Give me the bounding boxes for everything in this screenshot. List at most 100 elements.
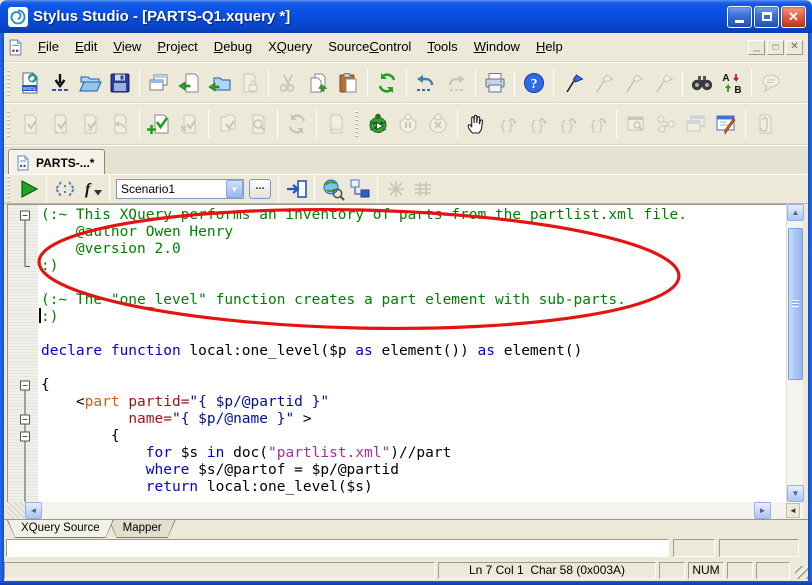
open-document-button[interactable]: [174, 68, 204, 98]
window-border: [0, 30, 4, 585]
paste-button[interactable]: [333, 68, 363, 98]
bookmark-clear-disabled-button: [648, 68, 678, 98]
svg-text:f: f: [85, 181, 92, 198]
minimize-button[interactable]: [727, 6, 752, 28]
open-project-button[interactable]: [204, 68, 234, 98]
function-list-button[interactable]: f: [78, 176, 105, 202]
code-line: {: [41, 377, 687, 394]
tab-mapper[interactable]: Mapper: [109, 520, 176, 538]
refresh-button[interactable]: [372, 68, 402, 98]
add-scenario-button[interactable]: [144, 109, 174, 139]
bookmark-button[interactable]: [558, 68, 588, 98]
open-folder-button[interactable]: [75, 68, 105, 98]
toolbar-separator: [208, 110, 209, 138]
run-scenario-button[interactable]: [15, 176, 42, 202]
toolbar-gripper[interactable]: [5, 111, 13, 137]
wsdl-document-button[interactable]: WSDL: [15, 68, 45, 98]
application-window: Stylus Studio - [PARTS-Q1.xquery *] ✕ Fi…: [0, 0, 812, 585]
code-editor[interactable]: (:~ This XQuery performs an inventory of…: [7, 204, 786, 502]
step-into-disabled-button: {}: [492, 109, 522, 139]
toolbar-separator: [745, 110, 746, 138]
scenario-combobox[interactable]: Scenario1▼: [116, 179, 244, 199]
tab-xquery-source[interactable]: XQuery Source: [7, 520, 114, 538]
menu-edit[interactable]: Edit: [67, 36, 105, 57]
revert-disabled-icon: [108, 112, 132, 136]
copy-icon: [306, 71, 330, 95]
scenario-combobox-value: Scenario1: [117, 182, 226, 196]
svg-text:{}: {}: [529, 119, 545, 134]
menu-sourcecontrol[interactable]: SourceControl: [320, 36, 419, 57]
new-window-button[interactable]: [144, 68, 174, 98]
comment-disabled-button: [756, 68, 786, 98]
tab-scroll-left-button[interactable]: ◄: [786, 503, 800, 518]
cascade-windows-disabled-button: [681, 109, 711, 139]
bookmark-prev-disabled-icon: [621, 71, 645, 95]
pan-hand-icon: [465, 112, 489, 136]
open-mapper-icon: [348, 177, 372, 201]
export-exe-disabled-icon: exe: [324, 112, 348, 136]
code-line: (:~ This XQuery performs an inventory of…: [41, 207, 687, 224]
menu-view[interactable]: View: [105, 36, 149, 57]
scenario-properties-button[interactable]: ...: [249, 179, 271, 199]
app-logo-icon: [8, 7, 28, 27]
save-all-button[interactable]: [45, 68, 75, 98]
menu-tools[interactable]: Tools: [419, 36, 465, 57]
menu-file[interactable]: File: [30, 36, 67, 57]
horizontal-scrollbar[interactable]: ◄ ► ◄: [7, 502, 803, 519]
scroll-right-button[interactable]: ►: [754, 502, 771, 519]
menu-xquery[interactable]: XQuery: [260, 36, 320, 57]
menu-debug[interactable]: Debug: [206, 36, 260, 57]
revert-disabled-button: [105, 109, 135, 139]
open-mapper-button[interactable]: [346, 176, 373, 202]
vertical-scrollbar[interactable]: ▲ ▼: [786, 204, 803, 502]
find-button[interactable]: [687, 68, 717, 98]
menu-help[interactable]: Help: [528, 36, 571, 57]
xml-editor-button[interactable]: [711, 109, 741, 139]
code-line: [41, 275, 687, 292]
xml-tags-button[interactable]: [51, 176, 78, 202]
maximize-button[interactable]: [754, 6, 779, 28]
chevron-down-icon[interactable]: ▼: [226, 180, 243, 198]
align-disabled-button: [409, 176, 436, 202]
scroll-up-button[interactable]: ▲: [787, 204, 804, 221]
step-into-disabled-icon: {}: [495, 112, 519, 136]
window-title: Stylus Studio - [PARTS-Q1.xquery *]: [33, 8, 727, 25]
step-over-disabled-button: {}: [522, 109, 552, 139]
menu-project[interactable]: Project: [149, 36, 205, 57]
toolbar-gripper[interactable]: [5, 176, 13, 202]
function-list-icon: f: [80, 177, 104, 201]
debug-run-icon: [366, 112, 390, 136]
print-button[interactable]: [480, 68, 510, 98]
export-pipeline-button[interactable]: [283, 176, 310, 202]
resize-grip[interactable]: [795, 566, 808, 579]
browse-web-button[interactable]: [319, 176, 346, 202]
find-icon: [690, 71, 714, 95]
scenario-toolbar: f Scenario1▼...: [1, 174, 811, 204]
undo-button[interactable]: [411, 68, 441, 98]
status-pane: [756, 562, 790, 579]
close-button[interactable]: ✕: [781, 6, 806, 28]
svg-text:{}: {}: [589, 119, 605, 134]
scroll-left-button[interactable]: ◄: [25, 502, 42, 519]
refresh-icon: [375, 71, 399, 95]
save-button[interactable]: [105, 68, 135, 98]
mdi-close-button[interactable]: ✕: [786, 40, 803, 55]
replace-button[interactable]: AB: [717, 68, 747, 98]
annotations-disabled-icon: [753, 112, 777, 136]
debug-run-button[interactable]: [363, 109, 393, 139]
vertical-scroll-thumb[interactable]: [788, 228, 803, 380]
toolbar-gripper[interactable]: [353, 111, 361, 137]
mdi-minimize-button: [748, 40, 765, 55]
debug-pause-disabled-button: [393, 109, 423, 139]
help-button[interactable]: ?: [519, 68, 549, 98]
document-tab[interactable]: PARTS-...*: [8, 149, 105, 175]
pan-hand-button[interactable]: [462, 109, 492, 139]
cut-disabled-button: [273, 68, 303, 98]
copy-button[interactable]: [303, 68, 333, 98]
wsdl-document-icon: WSDL: [18, 71, 42, 95]
code-line: (:~ The "one_level" function creates a p…: [41, 292, 687, 309]
run-to-cursor-disabled-icon: {}: [585, 112, 609, 136]
menu-window[interactable]: Window: [466, 36, 528, 57]
scroll-down-button[interactable]: ▼: [787, 485, 804, 502]
toolbar-gripper[interactable]: [5, 70, 13, 96]
